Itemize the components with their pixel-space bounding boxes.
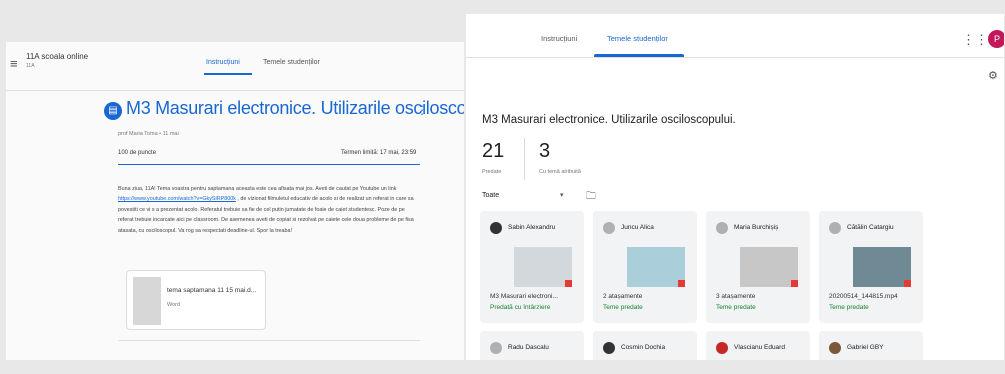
description-text: Buna ziua, 11A! Tema voastra pentru sapt…: [118, 186, 397, 192]
submission-status: Teme predate: [829, 304, 869, 311]
folder-icon[interactable]: 🗀: [586, 189, 596, 206]
account-avatar[interactable]: P: [988, 30, 1004, 48]
student-name: Cătălin Catargiu: [847, 224, 894, 231]
submission-file: 20200514_144815.mp4: [829, 293, 898, 300]
title-divider: [118, 164, 420, 165]
student-card[interactable]: Sabin Alexandru M3 Masurari electroni... P…: [480, 211, 584, 323]
student-card[interactable]: Radu Dascalu: [480, 331, 584, 360]
student-name: Maria Burchișiș: [734, 224, 779, 231]
submission-thumbnail[interactable]: [627, 247, 685, 287]
submission-thumbnail[interactable]: [853, 247, 911, 287]
count-divider: [524, 138, 525, 180]
attachment-name: tema saptamana 11 15 mai.d...: [167, 287, 257, 294]
header-divider: [6, 90, 464, 91]
assigned-count[interactable]: 3: [539, 140, 550, 163]
assigned-label: Cu temă atribuită: [539, 169, 581, 175]
right-student-work-panel: Instrucțiuni Temele studenților ⋮⋮⋮ P ⚙ …: [466, 14, 1004, 360]
submission-file: 2 atașamente: [603, 293, 643, 300]
attachment-card[interactable]: tema saptamana 11 15 mai.d... Word: [126, 270, 266, 330]
more-options-icon[interactable]: ⋮: [416, 103, 428, 117]
youtube-link[interactable]: https://www.youtube.com/watch?v=GkySlRP8…: [118, 196, 236, 202]
student-name: Sabin Alexandru: [508, 224, 556, 231]
student-name: Gabriel GBY: [847, 344, 884, 351]
left-assignment-panel: ≡ 11A scoala online 11A Instrucțiuni Tem…: [6, 42, 464, 360]
student-name: Vlascianu Eduard: [734, 344, 785, 351]
assignment-title: M3 Masurari electronice. Utilizarile osc…: [126, 98, 464, 118]
attachment-type: Word: [167, 302, 181, 308]
student-avatar: [603, 222, 615, 234]
submission-status: Teme predate: [716, 304, 756, 311]
student-avatar: [716, 222, 728, 234]
deadline: Termen limită: 17 mai, 23:59: [341, 150, 417, 156]
filter-select[interactable]: Toate: [482, 192, 499, 199]
assignment-icon: ▤: [104, 102, 122, 120]
bottom-divider: [118, 340, 420, 341]
tab-student-work[interactable]: Temele studenților: [607, 34, 668, 43]
chevron-down-icon[interactable]: ▾: [560, 191, 564, 199]
submission-status: Teme predate: [603, 304, 643, 311]
assignment-description: Buna ziua, 11A! Tema voastra pentru sapt…: [118, 184, 420, 236]
tab-instructions[interactable]: Instrucțiuni: [541, 34, 577, 43]
turned-in-label: Predate: [482, 169, 502, 175]
student-card[interactable]: Cosmin Dochia: [593, 331, 697, 360]
student-card[interactable]: Cătălin Catargiu 20200514_144815.mp4 Teme …: [819, 211, 923, 323]
settings-icon[interactable]: ⚙: [988, 69, 998, 82]
student-name: Juncu Alica: [621, 224, 654, 231]
points: 100 de puncte: [118, 150, 157, 156]
author-date: prof Maria Toma • 11 mai: [118, 131, 179, 137]
student-avatar: [490, 342, 502, 354]
submission-thumbnail[interactable]: [514, 247, 572, 287]
active-tab-indicator: [204, 73, 252, 75]
class-section: 11A: [26, 63, 35, 69]
assignment-title: M3 Masurari electronice. Utilizarile osc…: [482, 114, 736, 126]
submission-file: 3 atașamente: [716, 293, 756, 300]
submission-status: Predată cu întârziere: [490, 304, 551, 311]
tab-instructions[interactable]: Instrucțiuni: [206, 59, 240, 66]
student-card[interactable]: Juncu Alica 2 atașamente Teme predate: [593, 211, 697, 323]
header-divider: [466, 57, 1004, 58]
class-name[interactable]: 11A scoala online: [26, 52, 88, 61]
student-name: Radu Dascalu: [508, 344, 549, 351]
student-card[interactable]: Vlascianu Eduard: [706, 331, 810, 360]
submission-thumbnail[interactable]: [740, 247, 798, 287]
student-avatar: [603, 342, 615, 354]
student-avatar: [490, 222, 502, 234]
student-name: Cosmin Dochia: [621, 344, 666, 351]
student-card[interactable]: Gabriel GBY: [819, 331, 923, 360]
tab-student-work[interactable]: Temele studenților: [263, 59, 320, 66]
student-card[interactable]: Maria Burchișiș 3 atașamente Teme predate: [706, 211, 810, 323]
turned-in-count[interactable]: 21: [482, 140, 504, 163]
menu-icon[interactable]: ≡: [10, 56, 18, 71]
attachment-thumbnail: [133, 277, 161, 325]
student-avatar: [716, 342, 728, 354]
student-avatar: [829, 222, 841, 234]
student-avatar: [829, 342, 841, 354]
submission-file: M3 Masurari electroni...: [490, 293, 558, 300]
